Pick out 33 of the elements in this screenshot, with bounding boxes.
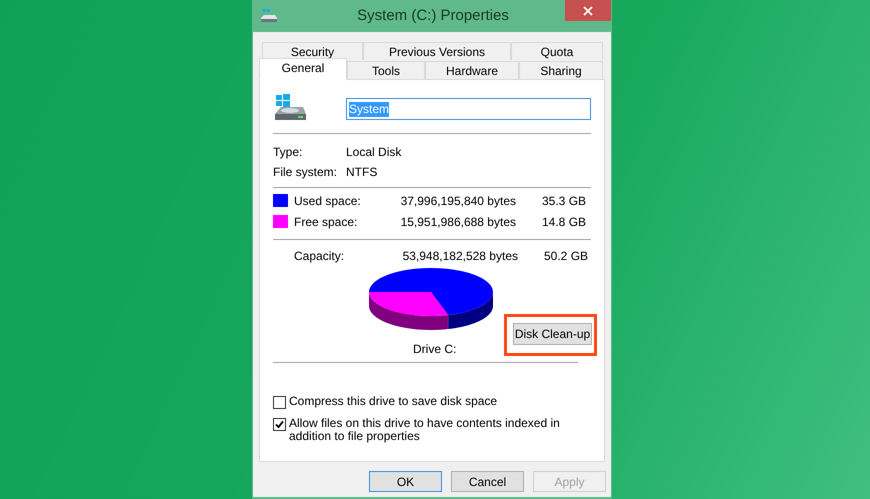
dialog-button[interactable]: Cancel [451,471,524,492]
checkmark-icon [275,420,284,429]
info-label: Type: [273,144,304,158]
tab[interactable]: General [259,58,347,80]
capacity-bytes: 53,948,182,528 bytes [402,248,518,264]
space-label: Used space: [294,192,362,210]
tab[interactable]: Hardware [425,61,519,79]
space-bytes: 37,996,195,840 bytes [400,192,516,210]
capacity-size: 50.2 GB [544,248,588,264]
close-button[interactable] [565,0,611,21]
checkbox-label: Compress this drive to save disk space [289,395,498,408]
window-title: System (C:) Properties [356,6,510,26]
info-value: NTFS [346,164,378,178]
drive-icon [260,9,278,23]
tab[interactable]: Previous Versions [363,42,511,60]
space-bytes: 15,951,986,688 bytes [400,214,516,230]
space-size: 35.3 GB [542,192,586,210]
checkbox[interactable] [273,396,286,409]
tab[interactable]: Security [262,42,363,60]
dialog-button[interactable]: OK [369,471,442,492]
checkbox[interactable] [273,418,286,431]
info-label: File system: [273,164,338,178]
space-size: 14.8 GB [542,214,586,230]
close-icon [583,6,593,16]
capacity-label: Capacity: [293,248,346,264]
tab[interactable]: Sharing [519,61,603,79]
disk-cleanup-button[interactable]: Disk Clean-up [513,323,592,345]
info-value: Local Disk [346,144,402,158]
tab[interactable]: Quota [511,42,603,60]
space-label: Free space: [294,214,358,230]
checkbox-label: Allow files on this drive to have contents indexed in addition to file properties [289,417,561,443]
tab[interactable]: Tools [347,61,425,79]
drive-label: Drive C: [413,341,456,358]
